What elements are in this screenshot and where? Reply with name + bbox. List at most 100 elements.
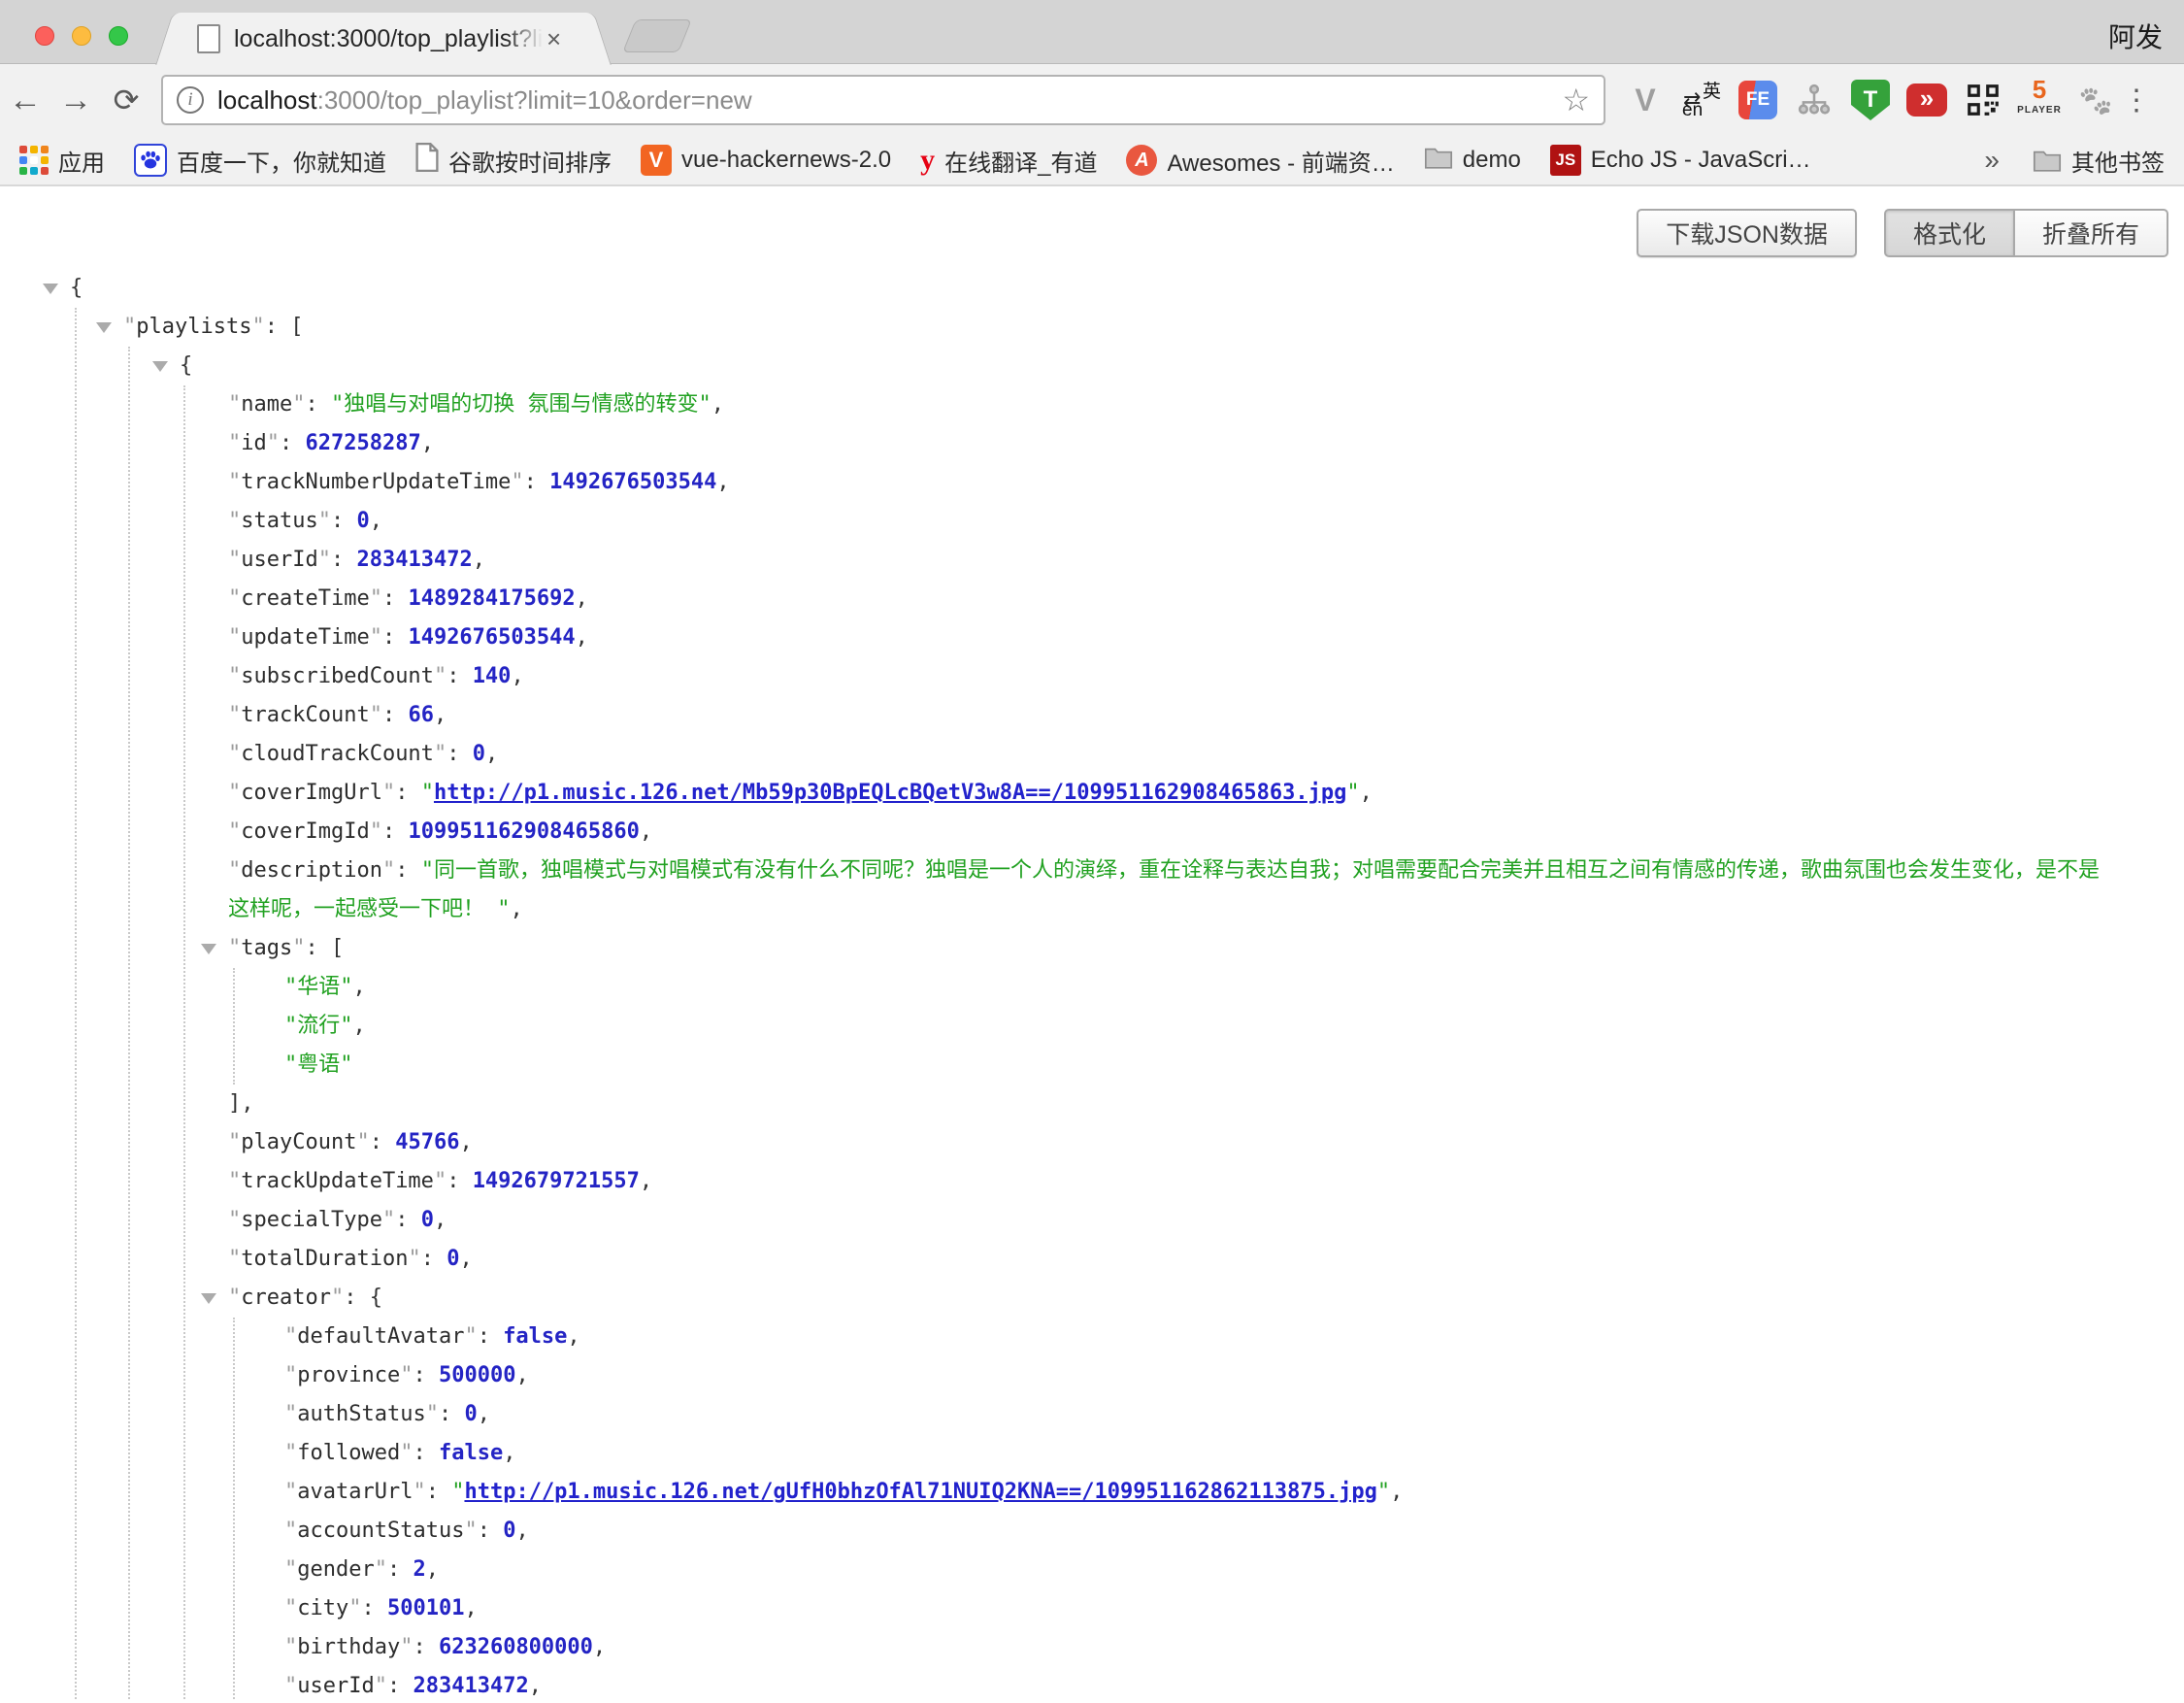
bookmark-vue-hackernews[interactable]: Vvue-hackernews-2.0 xyxy=(641,145,891,176)
translate-zh: 英 xyxy=(1703,77,1721,103)
indent-guide xyxy=(233,968,235,1085)
format-button[interactable]: 格式化 xyxy=(1884,209,2015,257)
close-window-button[interactable] xyxy=(35,26,54,46)
view-mode-segmented-control: 格式化 折叠所有 xyxy=(1884,209,2168,257)
video-download-icon[interactable]: » xyxy=(1906,79,1947,121)
json-quote: " xyxy=(434,1169,447,1193)
html5-player-icon[interactable]: 5PLAYER xyxy=(2019,79,2060,121)
paw-icon-glyph: 🐾 xyxy=(2079,84,2113,117)
forward-icon[interactable]: → xyxy=(50,82,101,119)
qrcode-icon[interactable] xyxy=(1963,79,2003,121)
json-comma: , xyxy=(511,897,523,921)
json-key: playCount xyxy=(241,1130,356,1154)
bookmark-demo-folder[interactable]: demo xyxy=(1424,146,1521,176)
bookmark-baidu[interactable]: 百度一下，你就知道 xyxy=(134,144,386,178)
json-number-value: 1492676503544 xyxy=(408,625,575,650)
json-comma: , xyxy=(485,742,498,766)
address-bar[interactable]: i localhost:3000/top_playlist?limit=10&o… xyxy=(161,75,1605,125)
json-comma: , xyxy=(576,625,588,650)
vue-devtools-icon[interactable]: V xyxy=(1625,79,1666,121)
bookmark-youdao[interactable]: y在线翻译_有道 xyxy=(920,144,1097,178)
page-info-icon[interactable]: i xyxy=(177,86,204,114)
sitemap-icon[interactable] xyxy=(1794,79,1835,121)
json-line: "creator": { xyxy=(0,1279,2184,1318)
chrome-menu-icon[interactable]: ⋮ xyxy=(2122,83,2151,117)
json-quote: " xyxy=(284,1402,297,1426)
json-line: "trackCount": 66, xyxy=(0,696,2184,735)
json-line: "followed": false, xyxy=(0,1434,2184,1473)
tampermonkey-shield-icon-glyph: T xyxy=(1851,80,1890,120)
json-quote: " xyxy=(421,781,434,805)
json-quote: " xyxy=(284,1635,297,1659)
json-quote: " xyxy=(464,1324,477,1349)
json-quote: " xyxy=(356,1130,369,1154)
traffic-lights xyxy=(35,26,128,46)
collapse-toggle-icon[interactable] xyxy=(201,1293,216,1304)
json-line: "updateTime": 1492676503544, xyxy=(0,618,2184,657)
reload-icon[interactable]: ⟳ xyxy=(101,82,151,118)
collapse-toggle-icon[interactable] xyxy=(96,322,112,333)
json-comma: , xyxy=(593,1635,606,1659)
tab-close-icon[interactable]: × xyxy=(546,26,561,51)
json-tree: {"playlists": [{"name": "独唱与对唱的切换 氛围与情感的… xyxy=(0,269,2184,1701)
collapse-toggle-icon[interactable] xyxy=(43,284,58,294)
translate-icon[interactable]: ⇄英en xyxy=(1681,79,1722,121)
paw-icon[interactable]: 🐾 xyxy=(2075,79,2116,121)
json-quote: " xyxy=(408,1247,420,1271)
new-tab-button[interactable] xyxy=(622,19,692,52)
json-key: accountStatus xyxy=(297,1519,464,1543)
json-key: authStatus xyxy=(297,1402,425,1426)
back-icon[interactable]: ← xyxy=(0,82,50,119)
echojs-icon: JS xyxy=(1550,145,1581,176)
bookmark-apps[interactable]: 应用 xyxy=(19,144,105,178)
json-line: "specialType": 0, xyxy=(0,1201,2184,1240)
json-comma: , xyxy=(473,548,485,572)
json-comma: , xyxy=(459,1247,472,1271)
browser-window: localhost:3000/top_playlist?lim × 阿发 ← →… xyxy=(0,0,2184,1703)
bookmark-google-sort[interactable]: 谷歌按时间排序 xyxy=(415,143,612,179)
json-key: id xyxy=(241,431,267,455)
json-number-value: 0 xyxy=(503,1519,515,1543)
minimize-window-button[interactable] xyxy=(72,26,91,46)
json-quote: " xyxy=(375,1557,387,1582)
other-bookmarks-folder[interactable]: 其他书签 xyxy=(2033,144,2165,178)
json-quote: " xyxy=(451,1480,464,1504)
url-text[interactable]: localhost:3000/top_playlist?limit=10&ord… xyxy=(217,85,1562,116)
json-colon: : xyxy=(331,548,357,572)
tampermonkey-shield-icon[interactable]: T xyxy=(1850,79,1891,121)
bookmark-star-icon[interactable]: ☆ xyxy=(1562,82,1590,118)
vue-hackernews-icon: V xyxy=(641,145,672,176)
json-number-value: 283413472 xyxy=(356,548,472,572)
browser-tab[interactable]: localhost:3000/top_playlist?lim × xyxy=(180,13,587,65)
json-quote: " xyxy=(370,625,382,650)
json-comma: , xyxy=(434,703,447,727)
profile-name[interactable]: 阿发 xyxy=(2108,17,2163,55)
bookmark-echojs[interactable]: JSEcho JS - JavaScri… xyxy=(1550,145,1811,176)
json-comma: , xyxy=(370,509,382,533)
json-comma: , xyxy=(515,1519,528,1543)
json-line: "id": 627258287, xyxy=(0,424,2184,463)
json-comma: , xyxy=(511,664,523,688)
json-key: avatarUrl xyxy=(297,1480,413,1504)
json-comma: , xyxy=(1390,1480,1403,1504)
json-quote: " xyxy=(434,664,447,688)
json-line: "coverImgUrl": "http://p1.music.126.net/… xyxy=(0,774,2184,813)
fe-icon[interactable]: FE xyxy=(1737,79,1778,121)
json-quote: " xyxy=(284,1324,297,1349)
bookmark-awesomes[interactable]: AAwesomes - 前端资… xyxy=(1126,144,1394,178)
json-url-link[interactable]: http://p1.music.126.net/gUfH0bhzOfAl71NU… xyxy=(464,1480,1376,1504)
vue-devtools-icon-glyph: V xyxy=(1635,83,1655,118)
json-quote: " xyxy=(348,1596,361,1620)
bookmarks-overflow-icon[interactable]: » xyxy=(1984,145,2000,176)
collapse-toggle-icon[interactable] xyxy=(201,944,216,954)
json-viewer-controls: 下载JSON数据 格式化 折叠所有 xyxy=(1637,209,2168,257)
download-json-button[interactable]: 下载JSON数据 xyxy=(1637,209,1857,257)
json-number-value: 1492679721557 xyxy=(473,1169,640,1193)
collapse-all-button[interactable]: 折叠所有 xyxy=(2015,209,2168,257)
json-key: playlists xyxy=(136,315,251,339)
json-key: cloudTrackCount xyxy=(241,742,434,766)
collapse-toggle-icon[interactable] xyxy=(152,361,168,372)
zoom-window-button[interactable] xyxy=(109,26,128,46)
json-url-link[interactable]: http://p1.music.126.net/Mb59p30BpEQLcBQe… xyxy=(434,781,1346,805)
json-quote: " xyxy=(267,431,280,455)
